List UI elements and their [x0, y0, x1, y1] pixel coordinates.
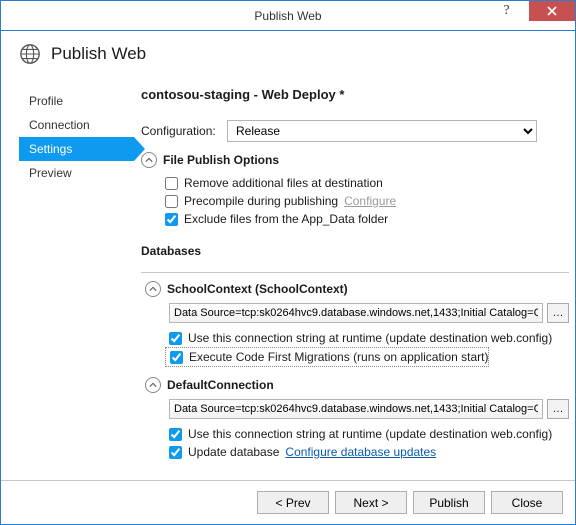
exclude-appdata-checkbox[interactable] — [165, 213, 178, 226]
sidebar-item-connection[interactable]: Connection — [1, 113, 141, 137]
sidebar-item-label: Connection — [29, 118, 90, 132]
defaultconnection-use-runtime-label: Use this connection string at runtime (u… — [188, 427, 552, 441]
ellipsis-icon: … — [553, 403, 564, 415]
close-icon — [547, 6, 557, 16]
prev-button[interactable]: < Prev — [257, 491, 329, 514]
sidebar-item-settings[interactable]: Settings — [19, 137, 134, 161]
chevron-up-icon — [149, 381, 157, 389]
publish-button[interactable]: Publish — [413, 491, 485, 514]
configure-database-updates-link[interactable]: Configure database updates — [285, 445, 436, 459]
help-icon: ? — [503, 3, 509, 19]
sidebar: Profile Connection Settings Preview — [1, 79, 141, 480]
schoolcontext-migrations-label: Execute Code First Migrations (runs on a… — [189, 350, 488, 364]
dialog-header: Publish Web — [1, 31, 575, 79]
chevron-up-icon — [149, 285, 157, 293]
close-window-button[interactable] — [529, 1, 575, 21]
schoolcontext-connection-input[interactable] — [169, 303, 543, 323]
sidebar-item-label: Preview — [29, 166, 72, 180]
close-button[interactable]: Close — [491, 491, 563, 514]
sidebar-item-label: Profile — [29, 94, 63, 108]
defaultconnection-update-db-checkbox[interactable] — [169, 446, 182, 459]
collapse-schoolcontext-button[interactable] — [145, 281, 161, 297]
defaultconnection-update-db-label: Update database — [188, 445, 279, 459]
schoolcontext-title: SchoolContext (SchoolContext) — [167, 282, 348, 296]
schoolcontext-use-runtime-checkbox[interactable] — [169, 332, 182, 345]
dialog-footer: < Prev Next > Publish Close — [1, 480, 575, 524]
defaultconnection-browse-button[interactable]: … — [547, 399, 569, 419]
precompile-checkbox[interactable] — [165, 195, 178, 208]
sidebar-item-preview[interactable]: Preview — [1, 161, 141, 185]
defaultconnection-use-runtime-checkbox[interactable] — [169, 428, 182, 441]
schoolcontext-migrations-checkbox[interactable] — [170, 351, 183, 364]
precompile-configure-link: Configure — [344, 194, 396, 208]
precompile-label: Precompile during publishing — [184, 194, 338, 208]
collapse-defaultconnection-button[interactable] — [145, 377, 161, 393]
defaultconnection-title: DefaultConnection — [167, 378, 274, 392]
next-button[interactable]: Next > — [335, 491, 407, 514]
exclude-appdata-label: Exclude files from the App_Data folder — [184, 212, 388, 226]
schoolcontext-use-runtime-label: Use this connection string at runtime (u… — [188, 331, 552, 345]
remove-additional-files-checkbox[interactable] — [165, 177, 178, 190]
sidebar-item-profile[interactable]: Profile — [1, 89, 141, 113]
chevron-up-icon — [145, 156, 153, 164]
remove-additional-files-label: Remove additional files at destination — [184, 176, 383, 190]
database-block-schoolcontext: SchoolContext (SchoolContext) … Use this… — [145, 281, 569, 367]
ellipsis-icon: … — [553, 307, 564, 319]
divider — [141, 272, 569, 273]
header-title: Publish Web — [51, 44, 146, 64]
sidebar-item-label: Settings — [29, 142, 72, 156]
defaultconnection-connection-input[interactable] — [169, 399, 543, 419]
titlebar: Publish Web ? — [1, 1, 575, 31]
main-panel: contosou-staging - Web Deploy * Configur… — [141, 79, 575, 480]
configuration-select[interactable]: Release — [227, 120, 537, 142]
help-button[interactable]: ? — [484, 1, 529, 21]
page-title: contosou-staging - Web Deploy * — [141, 87, 569, 102]
file-publish-section-title: File Publish Options — [163, 153, 279, 167]
schoolcontext-browse-button[interactable]: … — [547, 303, 569, 323]
database-block-defaultconnection: DefaultConnection … Use this connection … — [145, 377, 569, 461]
configuration-label: Configuration: — [141, 124, 219, 138]
databases-section-title: Databases — [141, 244, 569, 258]
globe-icon — [19, 43, 41, 65]
